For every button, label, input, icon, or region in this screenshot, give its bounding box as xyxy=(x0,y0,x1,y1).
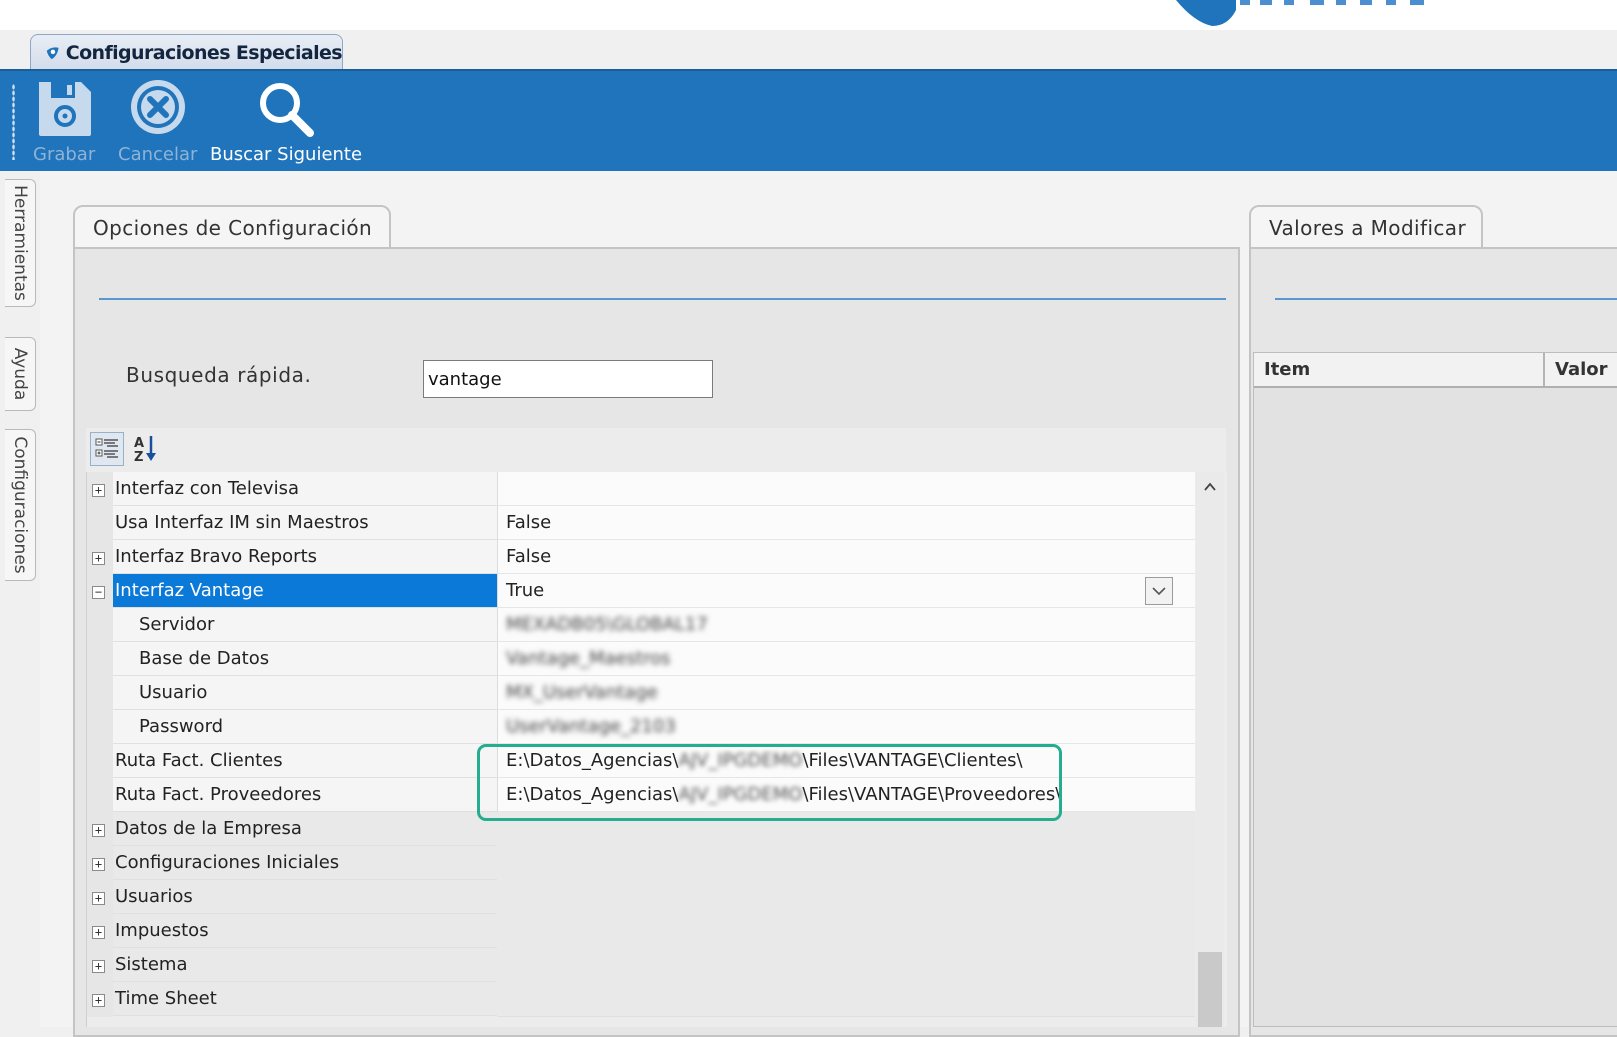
grid-row-interfaz-televisa[interactable]: + Interfaz con Televisa xyxy=(87,472,1195,507)
sort-az-icon: A Z xyxy=(134,436,156,464)
expand-icon[interactable]: + xyxy=(92,994,105,1007)
find-next-button-label: Buscar Siguiente xyxy=(210,144,363,165)
document-tab-label: Configuraciones Especiales xyxy=(65,41,343,64)
sidebar-tab-configuraciones[interactable]: Configuraciones xyxy=(5,429,36,581)
category-configuraciones-iniciales[interactable]: + Configuraciones Iniciales xyxy=(87,846,1195,881)
grid-row-usa-interfaz-im[interactable]: Usa Interfaz IM sin Maestros False xyxy=(87,506,1195,541)
category-label: Configuraciones Iniciales xyxy=(113,846,497,880)
cancel-icon xyxy=(130,80,185,134)
property-value[interactable]: MX_UserVantage xyxy=(497,676,1195,710)
property-name: Ruta Fact. Clientes xyxy=(113,744,497,778)
save-button-label: Grabar xyxy=(33,144,96,165)
app-shield-icon xyxy=(46,46,59,59)
grid-row-usuario[interactable]: Usuario MX_UserVantage xyxy=(87,676,1195,711)
property-name: Ruta Fact. Proveedores xyxy=(113,778,497,812)
grid-row-interfaz-vantage[interactable]: − Interfaz Vantage True xyxy=(87,574,1195,609)
column-header-valor[interactable]: Valor xyxy=(1545,353,1617,386)
sidebar-tab-ayuda[interactable]: Ayuda xyxy=(5,337,36,411)
category-label: Usuarios xyxy=(113,880,497,914)
category-usuarios[interactable]: + Usuarios xyxy=(87,880,1195,915)
expand-icon[interactable]: + xyxy=(92,858,105,871)
grid-row-password[interactable]: Password UserVantage_2103 xyxy=(87,710,1195,745)
options-divider xyxy=(99,298,1226,300)
property-grid-scrollbar[interactable] xyxy=(1196,472,1224,1027)
cancel-button-label: Cancelar xyxy=(118,144,198,165)
expand-icon[interactable]: + xyxy=(92,484,105,497)
column-header-item[interactable]: Item xyxy=(1254,353,1545,386)
options-panel-tab[interactable]: Opciones de Configuración xyxy=(73,205,391,249)
category-time-sheet[interactable]: + Time Sheet xyxy=(87,982,1195,1017)
expand-icon[interactable]: + xyxy=(92,824,105,837)
property-name: Interfaz con Televisa xyxy=(113,472,497,506)
redacted-value: MX_UserVantage xyxy=(506,682,658,703)
category-label: Impuestos xyxy=(113,914,497,948)
scrollbar-thumb[interactable] xyxy=(1198,952,1222,1027)
property-name: Servidor xyxy=(113,608,497,642)
sidebar-tab-ayuda-label: Ayuda xyxy=(10,347,30,401)
redacted-value: MEXADB05\GLOBAL17 xyxy=(506,614,708,635)
categorized-view-icon xyxy=(95,438,118,458)
property-value[interactable]: False xyxy=(497,506,1195,540)
property-value[interactable]: True xyxy=(497,574,1195,608)
collapse-icon[interactable]: − xyxy=(92,586,105,599)
grid-row-interfaz-bravo[interactable]: + Interfaz Bravo Reports False xyxy=(87,540,1195,575)
values-panel-tab[interactable]: Valores a Modificar xyxy=(1249,205,1483,249)
property-name: Password xyxy=(113,710,497,744)
svg-text:A: A xyxy=(134,436,144,451)
toolbar-grip[interactable] xyxy=(12,84,15,160)
property-name: Base de Datos xyxy=(113,642,497,676)
document-tab[interactable]: Configuraciones Especiales xyxy=(30,34,343,70)
brand-logo-icon xyxy=(1176,0,1236,26)
quick-search-input[interactable] xyxy=(423,360,713,398)
chevron-down-icon xyxy=(1152,587,1166,596)
left-sidebar: Herramientas Ayuda Configuraciones xyxy=(0,171,41,1027)
save-icon xyxy=(39,82,92,136)
brand-logo-text-icon xyxy=(1240,0,1424,5)
grid-row-base-datos[interactable]: Base de Datos Vantage_Maestros xyxy=(87,642,1195,677)
values-table-header: Item Valor xyxy=(1254,353,1617,388)
property-value[interactable]: Vantage_Maestros xyxy=(497,642,1195,676)
highlight-annotation xyxy=(477,744,1062,821)
property-name: Usa Interfaz IM sin Maestros xyxy=(113,506,497,540)
top-strip xyxy=(0,0,1617,30)
expand-icon[interactable]: + xyxy=(92,892,105,905)
sidebar-tab-herramientas[interactable]: Herramientas xyxy=(5,179,36,307)
alphabetical-sort-button[interactable]: A Z xyxy=(129,432,163,466)
redacted-value: UserVantage_2103 xyxy=(506,716,676,737)
values-divider xyxy=(1275,298,1617,300)
sidebar-tab-herramientas-label: Herramientas xyxy=(10,185,30,301)
options-panel-title: Opciones de Configuración xyxy=(93,216,373,240)
property-grid-toolbar xyxy=(86,428,1226,473)
quick-search-label: Busqueda rápida. xyxy=(126,363,312,387)
category-sistema[interactable]: + Sistema xyxy=(87,948,1195,983)
expand-icon[interactable]: + xyxy=(92,552,105,565)
find-next-button[interactable]: Buscar Siguiente xyxy=(210,78,362,165)
values-table: Item Valor xyxy=(1253,352,1617,1027)
property-value[interactable] xyxy=(497,472,1195,506)
property-name: Usuario xyxy=(113,676,497,710)
expand-icon[interactable]: + xyxy=(92,926,105,939)
property-value[interactable]: False xyxy=(497,540,1195,574)
expand-icon[interactable]: + xyxy=(92,960,105,973)
grid-row-servidor[interactable]: Servidor MEXADB05\GLOBAL17 xyxy=(87,608,1195,643)
categorized-view-button[interactable] xyxy=(90,432,124,466)
property-value[interactable]: UserVantage_2103 xyxy=(497,710,1195,744)
category-label: Datos de la Empresa xyxy=(113,812,497,846)
sidebar-tab-configuraciones-label: Configuraciones xyxy=(10,436,30,574)
category-label: Time Sheet xyxy=(113,982,497,1016)
svg-text:Z: Z xyxy=(134,450,143,464)
property-name: Interfaz Bravo Reports xyxy=(113,540,497,574)
redacted-value: Vantage_Maestros xyxy=(506,648,671,669)
category-impuestos[interactable]: + Impuestos xyxy=(87,914,1195,949)
chevron-up-icon[interactable] xyxy=(1201,478,1219,496)
values-panel-title: Valores a Modificar xyxy=(1269,216,1467,240)
property-value[interactable]: MEXADB05\GLOBAL17 xyxy=(497,608,1195,642)
search-icon xyxy=(260,83,315,137)
category-label: Sistema xyxy=(113,948,497,982)
property-name: Interfaz Vantage xyxy=(113,574,497,608)
save-button[interactable]: Grabar xyxy=(33,78,95,165)
value-dropdown-button[interactable] xyxy=(1145,577,1173,605)
cancel-button[interactable]: Cancelar xyxy=(118,78,197,165)
